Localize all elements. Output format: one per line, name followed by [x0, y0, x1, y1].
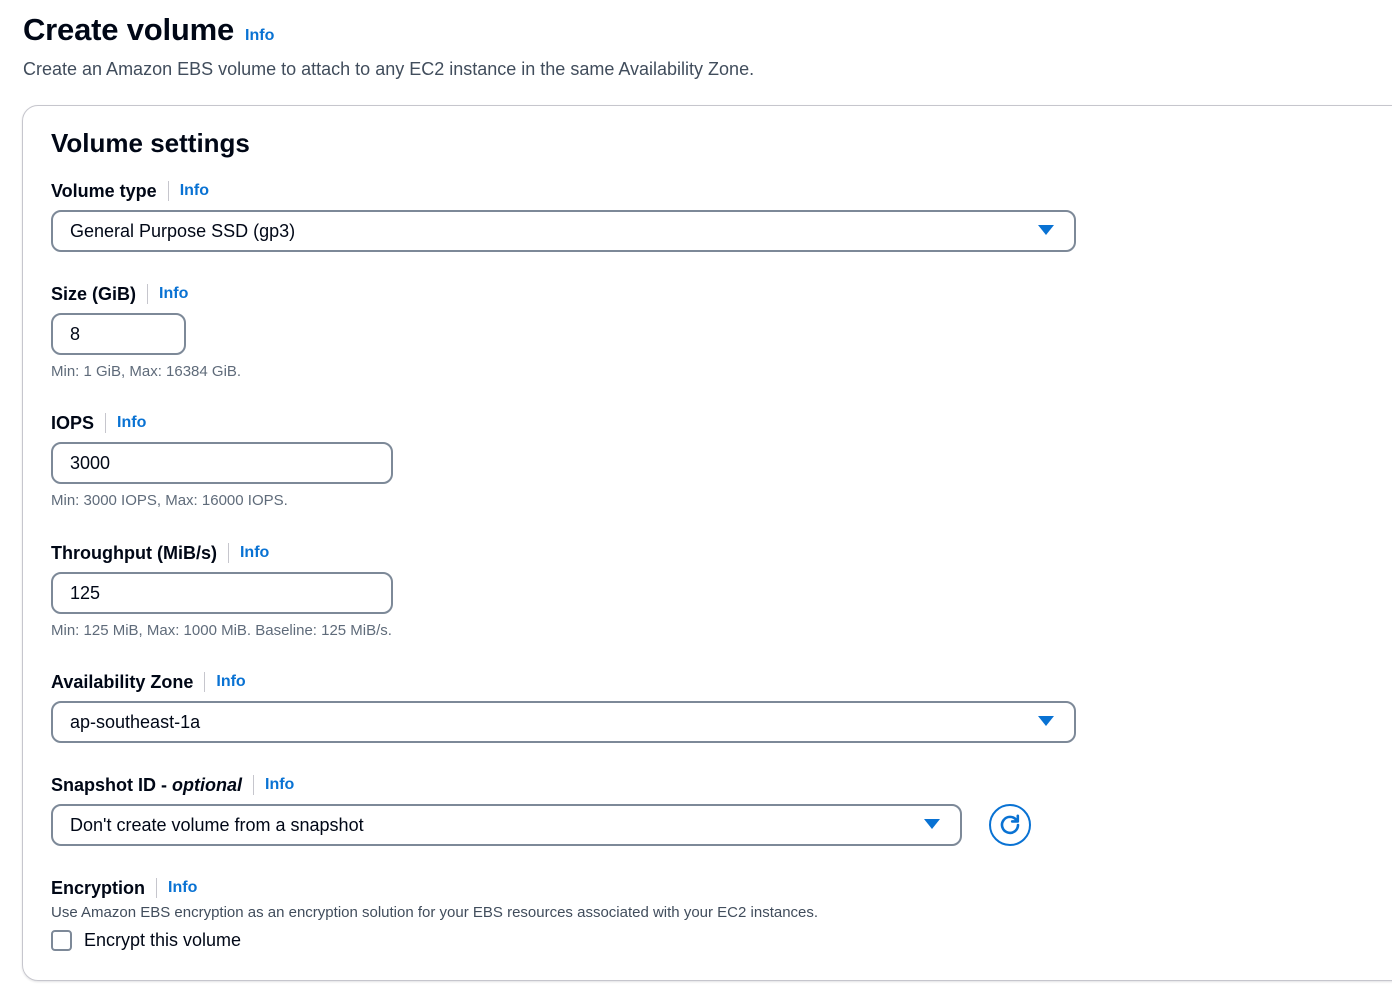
encrypt-volume-checkbox[interactable] — [51, 930, 72, 951]
label-divider — [227, 543, 229, 563]
iops-label: IOPS — [51, 412, 95, 433]
snapshot-info-link[interactable]: Info — [265, 776, 294, 794]
refresh-snapshots-button[interactable] — [989, 804, 1031, 846]
volume-type-label: Volume type — [51, 180, 157, 201]
page-header: Create volume Info Create an Amazon EBS … — [23, 12, 754, 80]
throughput-value: 125 — [70, 582, 101, 603]
volume-type-value: General Purpose SSD (gp3) — [70, 220, 296, 241]
snapshot-field: Snapshot ID - optional Info Don't create… — [51, 773, 962, 846]
iops-hint: Min: 3000 IOPS, Max: 16000 IOPS. — [51, 492, 288, 509]
throughput-info-link[interactable]: Info — [240, 544, 269, 562]
size-input[interactable]: 8 — [51, 313, 186, 355]
label-divider — [147, 284, 149, 304]
iops-value: 3000 — [70, 452, 111, 473]
encryption-description: Use Amazon EBS encryption as an encrypti… — [51, 904, 819, 921]
volume-type-select[interactable]: General Purpose SSD (gp3) — [51, 210, 1076, 252]
page-subtitle: Create an Amazon EBS volume to attach to… — [23, 59, 755, 79]
label-divider — [253, 775, 254, 795]
availability-zone-info-link[interactable]: Info — [216, 673, 245, 691]
caret-down-icon — [924, 819, 940, 829]
snapshot-value: Don't create volume from a snapshot — [70, 814, 364, 835]
volume-type-info-link[interactable]: Info — [180, 182, 209, 200]
size-info-link[interactable]: Info — [159, 285, 188, 303]
size-field: Size (GiB) Info 8 Min: 1 GiB, Max: 16384… — [51, 282, 241, 380]
size-hint: Min: 1 GiB, Max: 16384 GiB. — [51, 363, 242, 380]
throughput-hint: Min: 125 MiB, Max: 1000 MiB. Baseline: 1… — [51, 622, 392, 639]
caret-down-icon — [1038, 716, 1054, 726]
iops-info-link[interactable]: Info — [117, 414, 146, 432]
size-value: 8 — [70, 323, 81, 344]
encrypt-volume-label[interactable]: Encrypt this volume — [84, 930, 241, 951]
snapshot-label-text: Snapshot ID - — [51, 774, 172, 795]
caret-down-icon — [1038, 225, 1054, 235]
encryption-info-link[interactable]: Info — [168, 879, 197, 897]
volume-settings-panel: Volume settings Volume type Info General… — [22, 105, 1392, 981]
label-divider — [167, 181, 169, 201]
page-title-info-link[interactable]: Info — [245, 27, 274, 45]
section-title: Volume settings — [51, 128, 250, 158]
availability-zone-field: Availability Zone Info ap-southeast-1a — [51, 670, 1076, 743]
availability-zone-label: Availability Zone — [51, 671, 194, 692]
iops-field: IOPS Info 3000 Min: 3000 IOPS, Max: 1600… — [51, 411, 393, 509]
label-divider — [105, 413, 107, 433]
snapshot-select[interactable]: Don't create volume from a snapshot — [51, 804, 962, 846]
refresh-icon — [1000, 814, 1020, 835]
page-title: Create volume — [23, 12, 235, 47]
throughput-field: Throughput (MiB/s) Info 125 Min: 125 MiB… — [51, 541, 393, 639]
throughput-input[interactable]: 125 — [51, 572, 393, 614]
label-divider — [156, 878, 158, 898]
availability-zone-value: ap-southeast-1a — [70, 711, 201, 732]
encryption-field: Encryption Info Use Amazon EBS encryptio… — [51, 876, 818, 951]
snapshot-label: Snapshot ID - optional — [51, 775, 242, 796]
availability-zone-select[interactable]: ap-southeast-1a — [51, 701, 1076, 743]
iops-input[interactable]: 3000 — [51, 442, 393, 484]
volume-type-field: Volume type Info General Purpose SSD (gp… — [51, 179, 1076, 252]
encrypt-volume-option[interactable]: Encrypt this volume — [51, 930, 818, 951]
size-label: Size (GiB) — [51, 283, 137, 304]
snapshot-label-optional: optional — [172, 774, 242, 795]
label-divider — [204, 672, 206, 692]
encryption-label: Encryption — [51, 877, 146, 898]
throughput-label: Throughput (MiB/s) — [51, 542, 217, 563]
